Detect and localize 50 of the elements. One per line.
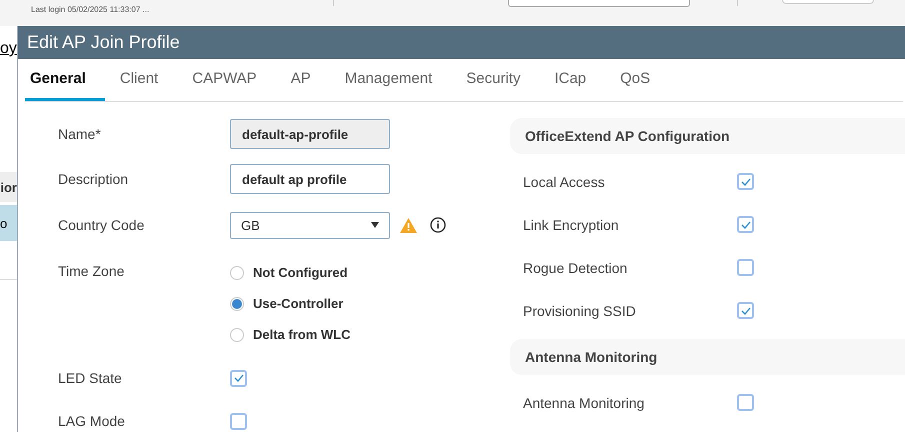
option-label: Local Access [523,174,606,190]
field-label: LED State [58,370,123,386]
checkbox[interactable] [737,216,754,233]
radio-button[interactable] [230,296,244,310]
check-icon [740,306,750,314]
field-label: Country Code [58,217,146,233]
field-label: LAG Mode [58,413,126,429]
check-icon [234,374,244,382]
tab[interactable]: Security [461,59,540,101]
text-field[interactable]: default ap profile [230,164,390,194]
checkbox[interactable] [737,302,754,319]
radio-button[interactable] [230,328,244,342]
checkbox[interactable] [737,394,754,411]
info-icon[interactable] [430,217,446,233]
column-header: ior [0,172,17,202]
header-button[interactable] [782,0,874,4]
option-label: Rogue Detection [523,260,628,276]
search-field[interactable] [508,0,690,7]
checkbox[interactable] [230,370,247,386]
option-label: Provisioning SSID [523,302,637,318]
last-login-text: Last login 05/02/2025 11:33:07 ... [31,5,150,14]
tab[interactable]: AP [286,59,330,101]
page-link[interactable]: oy [0,40,17,58]
warning-icon [400,218,417,232]
tab[interactable]: CAPWAP [187,59,276,101]
checkbox[interactable] [230,412,247,430]
tab[interactable]: Client [114,59,178,101]
check-icon [740,178,750,186]
tab[interactable]: Management [340,59,452,101]
dialog-title: Edit AP Join Profile [18,26,905,59]
country-select[interactable]: GB [230,212,390,238]
field-label: Name* [58,126,102,142]
section-header: Antenna Monitoring [510,339,905,375]
option-label: Antenna Monitoring [523,394,646,410]
caret-icon [371,222,379,228]
tab[interactable]: ICap [549,59,606,101]
radio-label[interactable]: Not Configured [253,265,348,280]
section-header: OfficeExtend AP Configuration [510,118,905,154]
checkbox[interactable] [737,173,754,190]
option-label: Link Encryption [523,216,620,232]
radio-button[interactable] [230,266,244,280]
field-label: Time Zone [58,263,126,279]
radio-label[interactable]: Delta from WLC [253,327,350,342]
checkbox[interactable] [737,259,754,276]
table-row[interactable]: o [0,205,17,241]
check-icon [740,220,750,228]
radio-label[interactable]: Use-Controller [253,296,344,311]
tab[interactable]: General [25,59,105,101]
field-label: Description [58,171,130,187]
tab[interactable]: QoS [615,59,670,101]
